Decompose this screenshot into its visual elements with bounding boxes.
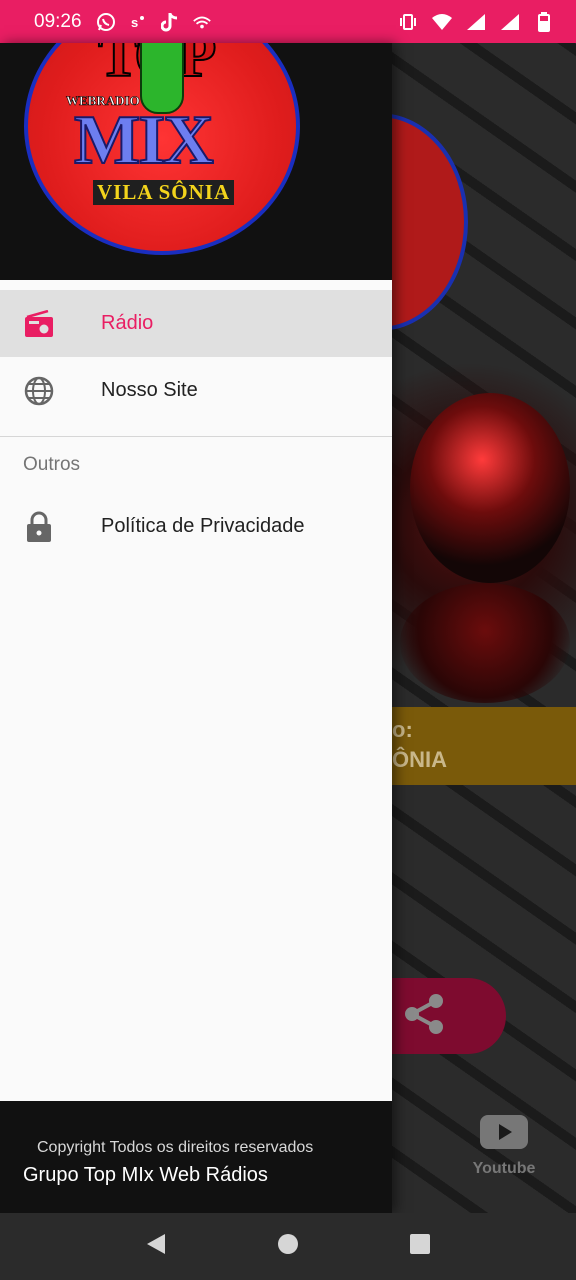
radio-icon — [23, 308, 55, 340]
youtube-icon — [480, 1115, 528, 1153]
drawer-menu: Rádio Nosso Site Outros Política de Priv… — [0, 290, 392, 560]
wifi-icon — [432, 12, 452, 32]
menu-item-label: Nosso Site — [101, 379, 198, 401]
footer-copyright: Copyright Todos os direitos reservados — [37, 1139, 314, 1156]
recents-button[interactable] — [400, 1227, 440, 1267]
youtube-label: Youtube — [472, 1160, 536, 1177]
home-button[interactable] — [268, 1227, 308, 1267]
navigation-drawer: TOP WEBRADIO MIX VILA SÔNIA Rádio — [0, 43, 392, 1213]
logo-mix-text: MIX — [73, 101, 215, 180]
drawer-footer: Copyright Todos os direitos reservados G… — [0, 1101, 392, 1213]
vibrate-icon — [398, 12, 418, 32]
tiktok-icon — [160, 12, 180, 32]
status-time: 09:26 — [34, 10, 82, 32]
menu-item-label: Rádio — [101, 312, 154, 334]
svg-text:s: s — [131, 15, 138, 30]
menu-item-radio[interactable]: Rádio — [0, 290, 392, 357]
status-right-icons — [398, 11, 554, 32]
system-nav-bar — [0, 1213, 576, 1280]
globe-icon — [23, 375, 55, 407]
background-title-line1: o: — [392, 717, 413, 742]
menu-item-label: Política de Privacidade — [101, 515, 305, 537]
signal-icon — [466, 12, 486, 32]
menu-item-nosso-site[interactable]: Nosso Site — [0, 357, 392, 424]
notification-icon: s — [128, 12, 148, 32]
back-icon — [145, 1232, 167, 1261]
signal-icon — [500, 12, 520, 32]
status-bar: 09:26 s — [0, 0, 576, 43]
whatsapp-icon — [96, 12, 116, 32]
share-icon — [402, 991, 448, 1042]
background-sphere — [410, 393, 570, 583]
menu-item-privacy-policy[interactable]: Política de Privacidade — [0, 493, 392, 560]
lock-icon — [23, 511, 55, 543]
drawer-header: TOP WEBRADIO MIX VILA SÔNIA — [0, 43, 392, 280]
section-title: Outros — [23, 454, 81, 475]
background-sphere-reflection — [400, 583, 570, 703]
battery-icon — [534, 11, 554, 32]
home-icon — [277, 1233, 299, 1260]
back-button[interactable] — [136, 1227, 176, 1267]
logo-vila-text: VILA SÔNIA — [93, 180, 235, 205]
background-title-line2: ÔNIA — [392, 747, 447, 772]
youtube-button[interactable]: Youtube — [468, 1115, 540, 1178]
status-left-icons: s — [96, 12, 212, 32]
recents-icon — [409, 1233, 431, 1260]
wifi-calling-icon — [192, 12, 212, 32]
footer-group-name: Grupo Top MIx Web Rádios — [23, 1164, 268, 1186]
